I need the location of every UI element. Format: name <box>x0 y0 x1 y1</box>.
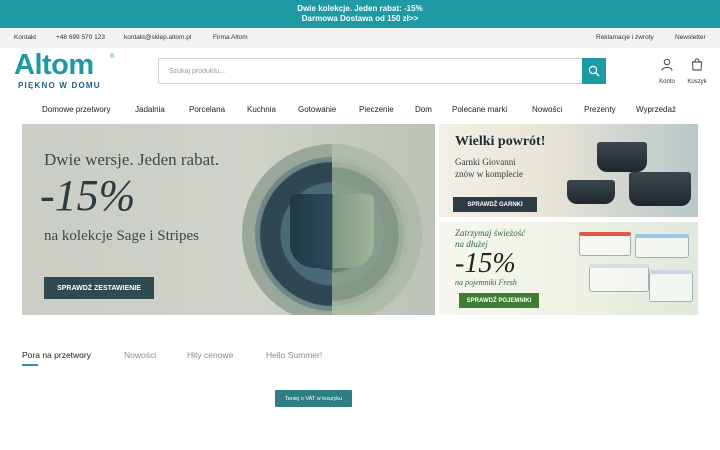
account-button[interactable]: Konto <box>654 58 680 86</box>
tab-pora-na-przetwory[interactable]: Pora na przetwory <box>22 350 91 360</box>
side-banner-containers[interactable]: Zatrzymaj świeżość na dłużej -15% na poj… <box>439 222 698 315</box>
tab-hity-cenowe[interactable]: Hity cenowe <box>187 350 233 360</box>
search-input[interactable] <box>159 59 581 83</box>
email-link[interactable]: kontakt@sklep.altom.pl <box>124 34 191 41</box>
containers-cta-button[interactable]: SPRAWDŹ POJEMNIKI <box>459 293 539 308</box>
search-bar <box>158 58 606 84</box>
newsletter-link[interactable]: Newsletter <box>675 34 706 41</box>
pot-image <box>567 180 615 204</box>
pots-text-line-2: znów w komplecie <box>455 169 523 179</box>
containers-text-line-1: Zatrzymaj świeżość <box>455 228 526 238</box>
hero-banner[interactable]: Dwie wersje. Jeden rabat. -15% na kolekc… <box>22 124 435 315</box>
cart-button[interactable]: Koszyk <box>684 58 710 86</box>
promo-line-1[interactable]: Dwie kolekcje. Jeden rabat: -15% <box>0 4 720 14</box>
user-icon <box>661 58 673 71</box>
logo-wordmark: Altom <box>14 49 94 81</box>
hero-discount: -15% <box>40 171 136 220</box>
pots-cta-button[interactable]: SPRAWDŹ GARNKI <box>453 197 537 212</box>
promo-line-2[interactable]: Darmowa Dostawa od 150 zł>> <box>0 14 720 24</box>
pots-text: Garnki Giovanni znów w komplecie <box>455 156 523 180</box>
account-label: Konto <box>659 79 675 85</box>
company-link[interactable]: Firma Altom <box>213 34 248 41</box>
tab-hello-summer[interactable]: Hello Summer! <box>266 350 322 360</box>
active-tab-indicator <box>22 364 38 366</box>
nav-item-kuchnia[interactable]: Kuchnia <box>247 105 276 114</box>
phone-link[interactable]: +48 699 570 123 <box>56 34 105 41</box>
main-nav: Domowe przetwory Jadalnia Porcelana Kuch… <box>0 100 720 120</box>
hero-cta-button[interactable]: SPRAWDŹ ZESTAWIENIE <box>44 277 154 299</box>
pots-text-line-1: Garnki Giovanni <box>455 157 516 167</box>
pots-headline: Wielki powrót! <box>455 134 546 149</box>
promo-bar[interactable]: Dwie kolekcje. Jeden rabat: -15% Darmowa… <box>0 0 720 28</box>
returns-link[interactable]: Reklamacje i zwroty <box>596 34 654 41</box>
hero-headline: Dwie wersje. Jeden rabat. <box>44 150 220 169</box>
nav-item-porcelana[interactable]: Porcelana <box>189 105 225 114</box>
logo[interactable]: Altom ® PIĘKNO W DOMU <box>14 50 118 92</box>
containers-text: Zatrzymaj świeżość na dłużej <box>455 228 525 250</box>
nav-item-dom[interactable]: Dom <box>415 105 432 114</box>
tab-nowosci[interactable]: Nowości <box>124 350 156 360</box>
nav-item-gotowanie[interactable]: Gotowanie <box>298 105 336 114</box>
registered-mark-icon: ® <box>110 54 115 60</box>
nav-item-wyprzedaz[interactable]: Wyprzedaż <box>636 105 676 114</box>
pot-image <box>597 142 647 172</box>
nav-item-pieczenie[interactable]: Pieczenie <box>359 105 394 114</box>
container-image <box>579 232 631 256</box>
containers-discount: -15% <box>455 248 516 279</box>
pot-image <box>629 172 691 206</box>
hero-subline: na kolekcje Sage i Stripes <box>44 228 199 244</box>
product-tabs: Pora na przetwory Nowości Hity cenowe He… <box>22 348 702 368</box>
search-button[interactable] <box>582 58 606 84</box>
nav-item-nowosci[interactable]: Nowości <box>532 105 562 114</box>
utility-bar: Kontakt +48 699 570 123 kontakt@sklep.al… <box>0 28 720 48</box>
logo-tagline: PIĘKNO W DOMU <box>18 81 101 90</box>
cart-label: Koszyk <box>687 79 707 85</box>
vat-discount-button[interactable]: Taniej o VAT w koszyku <box>275 390 352 407</box>
container-image <box>589 264 649 292</box>
mug-image <box>290 194 374 268</box>
contact-link[interactable]: Kontakt <box>14 34 36 41</box>
nav-item-jadalnia[interactable]: Jadalnia <box>135 105 165 114</box>
container-image <box>635 234 689 258</box>
shopping-bag-icon <box>692 58 702 71</box>
nav-item-polecane-marki[interactable]: Polecane marki <box>452 105 507 114</box>
search-icon <box>588 65 600 77</box>
side-banner-pots[interactable]: Wielki powrót! Garnki Giovanni znów w ko… <box>439 124 698 217</box>
nav-item-prezenty[interactable]: Prezenty <box>584 105 616 114</box>
containers-subline: na pojemniki Fresh <box>455 278 517 287</box>
nav-item-domowe-przetwory[interactable]: Domowe przetwory <box>42 105 110 114</box>
container-image <box>649 270 693 302</box>
